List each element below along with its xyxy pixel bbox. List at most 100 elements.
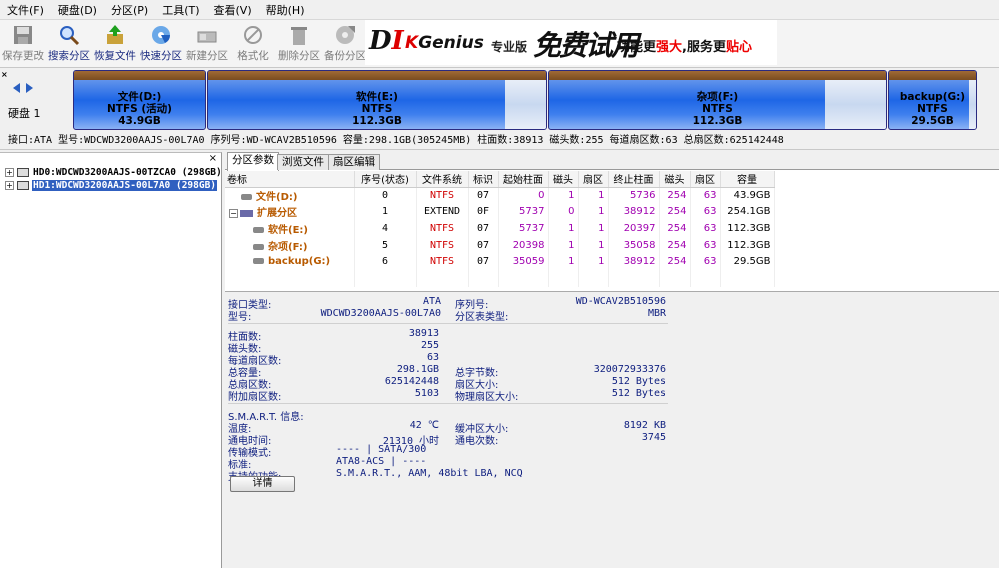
cell-id: 07 (468, 236, 499, 254)
tab-bar: 分区参数 浏览文件 扇区编辑 (225, 152, 999, 171)
new-partition-button[interactable]: 新建分区 (184, 21, 230, 65)
toolbar-label: 快速分区 (140, 50, 182, 62)
menu-item-5[interactable]: 帮助(H) (259, 2, 312, 18)
disk-map-panel: × 硬盘 1 文件(D:) NTFS (活动) 43.9GB 软件(E:) NTFS 11… (0, 69, 999, 131)
cylinders-value: 38913 (408, 328, 439, 339)
cell-id: 07 (468, 253, 499, 270)
menu-item-3[interactable]: 工具(T) (155, 2, 206, 18)
partition-size: 112.3GB (692, 115, 743, 127)
column-header[interactable]: 扇区 (578, 171, 609, 188)
cell-idx: 6 (354, 253, 417, 270)
phys-sector-label: 物理扇区大小: (455, 392, 519, 403)
partition-size: 43.9GB (118, 115, 161, 127)
cell-ec: 38912 (608, 253, 660, 270)
format-button[interactable]: 格式化 (230, 21, 276, 65)
cell-es: 63 (690, 236, 721, 254)
volume-label: 扩展分区 (257, 208, 297, 220)
standard-value: ATA8-ACS | ---- (336, 456, 427, 467)
tab-2[interactable]: 扇区编辑 (328, 154, 380, 170)
cell-name: backup(G:) (225, 253, 355, 270)
empty-cell (690, 269, 721, 287)
table-row[interactable]: 软件(E:) 4 NTFS 07 5737 1 1 20397 254 63 112.3GB (225, 220, 775, 237)
cell-sc: 20398 (498, 236, 549, 254)
volume-label: 杂项(F:) (268, 241, 308, 253)
cell-name: − 扩展分区 (225, 203, 355, 221)
column-header[interactable]: 卷标 (225, 171, 355, 188)
toolbar-label: 新建分区 (186, 50, 228, 62)
next-disk-arrow-icon[interactable] (26, 83, 33, 93)
ptype-label: 分区表类型: (455, 312, 509, 323)
temp-value: 42 ℃ (409, 420, 439, 431)
tab-0[interactable]: 分区参数 (227, 152, 279, 171)
collapse-icon[interactable]: − (229, 208, 238, 218)
cell-es: 63 (690, 220, 721, 237)
column-header[interactable]: 终止柱面 (608, 171, 660, 188)
model-label: 型号: (228, 312, 252, 323)
disk-info-line: 接口:ATA 型号:WDCWD3200AAJS-00L7A0 序列号:WD-WC… (0, 132, 999, 150)
partition-bar-header (74, 71, 205, 80)
search-button[interactable]: 搜索分区 (46, 21, 92, 65)
column-header[interactable]: 标识 (468, 171, 499, 188)
column-header[interactable]: 起始柱面 (498, 171, 549, 188)
delete-icon (288, 24, 310, 46)
cell-ec: 35058 (608, 236, 660, 254)
close-icon[interactable]: × (209, 153, 217, 164)
partition-bar[interactable]: 文件(D:) NTFS (活动) 43.9GB (73, 70, 206, 130)
hard-disk-icon (17, 168, 29, 177)
transfer-mode-value: ---- | SATA/300 (336, 444, 427, 455)
menu-item-0[interactable]: 文件(F) (0, 2, 51, 18)
advert-banner[interactable]: DI KGenius 专业版 免费试用 功能更强大,服务更贴心 (365, 20, 777, 65)
menu-item-4[interactable]: 查看(V) (207, 2, 259, 18)
table-row[interactable]: 杂项(F:) 5 NTFS 07 20398 1 1 35058 254 63 112.3GB (225, 236, 775, 254)
expand-icon[interactable]: + (5, 181, 14, 190)
column-header[interactable]: 序号(状态) (354, 171, 417, 188)
menu-bar: 文件(F) 硬盘(D) 分区(P) 工具(T) 查看(V) 帮助(H) (0, 0, 999, 20)
column-header[interactable]: 磁头 (548, 171, 579, 188)
tree-disk-node[interactable]: + HD1:WDCWD3200AAJS-00L7A0 (298GB) (5, 179, 218, 192)
tab-1[interactable]: 浏览文件 (277, 154, 329, 170)
cell-ss: 1 (578, 236, 609, 254)
quick-partition-icon (150, 24, 172, 46)
cell-ec: 5736 (608, 187, 660, 204)
empty-cell (548, 269, 579, 287)
menu-item-1[interactable]: 硬盘(D) (51, 2, 104, 18)
disk-details: 接口类型: ATA 序列号: WD-WCAV2B510596 型号: WDCWD… (225, 291, 999, 568)
partition-bar[interactable]: 杂项(F:) NTFS 112.3GB (548, 70, 887, 130)
tree-disk-node[interactable]: + HD0:WDCWD3200AAJS-00TZCA0 (298GB) (5, 166, 223, 179)
column-header[interactable]: 扇区 (690, 171, 721, 188)
menu-item-2[interactable]: 分区(P) (104, 2, 155, 18)
cell-eh: 254 (659, 203, 691, 221)
banner-slogan: 功能更强大,服务更贴心 (617, 40, 752, 55)
cell-idx: 1 (354, 203, 417, 221)
partition-bar[interactable]: 软件(E:) NTFS 112.3GB (207, 70, 547, 130)
extra-sectors-value: 5103 (414, 388, 439, 399)
phys-sector-value: 512 Bytes (611, 388, 666, 399)
quick-partition-button[interactable]: 快速分区 (138, 21, 184, 65)
cell-id: 07 (468, 187, 499, 204)
cell-eh: 254 (659, 187, 691, 204)
empty-cell (498, 269, 549, 287)
table-row[interactable]: backup(G:) 6 NTFS 07 35059 1 1 38912 254 63 29.5GB (225, 253, 775, 270)
tree-node-label: HD1:WDCWD3200AAJS-00L7A0 (298GB) (32, 180, 218, 191)
cell-cap: 43.9GB (720, 187, 775, 204)
partition-bar[interactable]: backup(G:) NTFS 29.5GB (888, 70, 977, 130)
recover-button[interactable]: 恢复文件 (92, 21, 138, 65)
column-header[interactable]: 文件系统 (416, 171, 469, 188)
prev-disk-arrow-icon[interactable] (13, 83, 20, 93)
details-button[interactable]: 详情 (230, 476, 295, 492)
cell-sh: 1 (548, 236, 579, 254)
column-header[interactable]: 磁头 (659, 171, 691, 188)
column-header[interactable]: 容量 (720, 171, 775, 188)
table-row[interactable]: 文件(D:) 0 NTFS 07 0 1 1 5736 254 63 43.9GB (225, 187, 775, 204)
backup-button[interactable]: 备份分区 (322, 21, 368, 65)
cell-sh: 1 (548, 253, 579, 270)
save-button[interactable]: 保存更改 (0, 21, 46, 65)
expand-icon[interactable]: + (5, 168, 14, 177)
power-count-label: 通电次数: (455, 436, 499, 447)
delete-button[interactable]: 删除分区 (276, 21, 322, 65)
close-icon[interactable]: × (1, 70, 8, 79)
power-count-value: 3745 (641, 432, 666, 443)
partition-fs: NTFS (活动) (107, 103, 172, 115)
table-row[interactable]: − 扩展分区 1 EXTEND 0F 5737 0 1 38912 254 63 254.1GB (225, 203, 775, 221)
features-value: S.M.A.R.T., AAM, 48bit LBA, NCQ (336, 468, 523, 479)
